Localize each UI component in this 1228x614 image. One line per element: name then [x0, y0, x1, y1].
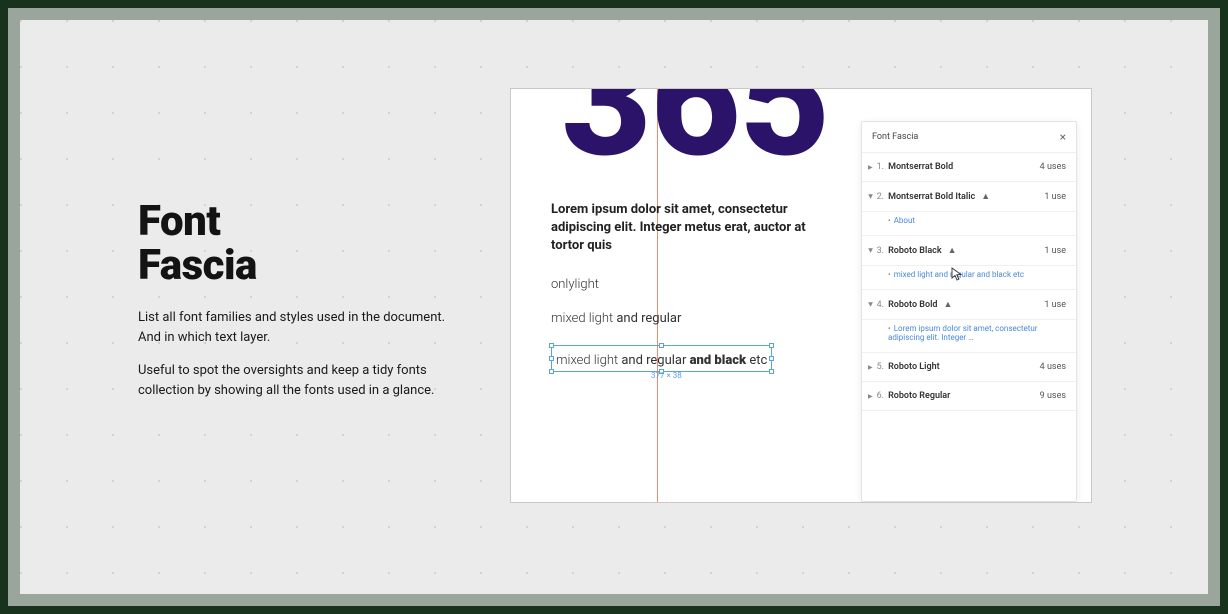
font-name: Montserrat Bold [888, 162, 953, 172]
font-layer-link[interactable]: •Lorem ipsum dolor sit amet, consectetur… [862, 320, 1076, 353]
font-layer-link[interactable]: •About [862, 212, 1076, 236]
warning-icon: ▲ [943, 299, 952, 310]
font-row[interactable]: ▶2. Montserrat Bold Italic ▲ 1 use [862, 182, 1076, 212]
font-name: Roboto Light [888, 362, 940, 372]
font-uses-count: 1 use [1044, 300, 1066, 310]
font-layer-link[interactable]: •mixed light and regular and black etc [862, 266, 1076, 290]
font-name: Montserrat Bold Italic [888, 192, 975, 202]
font-row[interactable]: ▶4. Roboto Bold ▲ 1 use [862, 290, 1076, 320]
font-index: 3. [877, 246, 884, 256]
font-uses-count: 9 uses [1040, 391, 1066, 401]
font-fascia-panel: Font Fascia × ▶1.Montserrat Bold4 uses▶2… [861, 121, 1077, 502]
disclosure-triangle-icon[interactable]: ▶ [868, 164, 873, 171]
promo-canvas: Font Fascia List all font families and s… [20, 20, 1208, 594]
font-name: Roboto Regular [888, 391, 950, 401]
font-uses-count: 1 use [1044, 246, 1066, 256]
promo-text-block: Font Fascia List all font families and s… [138, 200, 468, 414]
font-index: 4. [877, 300, 884, 310]
font-uses-count: 4 uses [1040, 162, 1066, 172]
font-name: Roboto Black [888, 246, 942, 256]
disclosure-triangle-icon[interactable]: ▶ [867, 248, 874, 253]
close-icon[interactable]: × [1060, 130, 1066, 144]
warning-icon: ▲ [981, 191, 990, 202]
disclosure-triangle-icon[interactable]: ▶ [868, 364, 873, 371]
sample-paragraph: Lorem ipsum dolor sit amet, consectetur … [551, 201, 811, 256]
panel-title: Font Fascia [872, 132, 918, 142]
sample-onlylight: onlylight [551, 277, 599, 292]
disclosure-triangle-icon[interactable]: ▶ [868, 393, 873, 400]
disclosure-triangle-icon[interactable]: ▶ [867, 194, 874, 199]
font-uses-count: 1 use [1044, 192, 1066, 202]
resize-handle[interactable] [549, 343, 554, 348]
sample-mixed-regular: mixed light and regular [551, 311, 681, 326]
resize-handle[interactable] [769, 356, 774, 361]
selection-dimensions: 377 × 38 [651, 371, 682, 380]
promo-description-1: List all font families and styles used i… [138, 308, 468, 347]
font-row[interactable]: ▶ 6. Roboto Regular 9 uses [862, 382, 1076, 411]
resize-handle[interactable] [549, 356, 554, 361]
panel-header: Font Fascia × [862, 122, 1076, 153]
resize-handle[interactable] [769, 343, 774, 348]
plugin-title: Font Fascia [138, 200, 468, 288]
font-name: Roboto Bold [888, 300, 937, 310]
promo-description-2: Useful to spot the oversights and keep a… [138, 361, 468, 400]
disclosure-triangle-icon[interactable]: ▶ [867, 302, 874, 307]
resize-handle[interactable] [549, 369, 554, 374]
figma-canvas-demo: 365 Lorem ipsum dolor sit amet, consecte… [510, 88, 1092, 503]
warning-icon: ▲ [948, 245, 957, 256]
font-uses-count: 4 uses [1040, 362, 1066, 372]
font-index: 2. [877, 192, 884, 202]
font-index: 5. [877, 362, 884, 372]
font-index: 6. [877, 391, 884, 401]
resize-handle[interactable] [769, 369, 774, 374]
resize-handle[interactable] [659, 343, 664, 348]
font-row[interactable]: ▶ 1. Montserrat Bold 4 uses [862, 153, 1076, 182]
selected-text-layer[interactable]: mixed light and regular and black etc [551, 345, 772, 372]
font-row[interactable]: ▶3. Roboto Black ▲ 1 use [862, 236, 1076, 266]
font-row[interactable]: ▶ 5. Roboto Light 4 uses [862, 353, 1076, 382]
big-number-text: 365 [561, 88, 828, 179]
font-index: 1. [877, 162, 884, 172]
